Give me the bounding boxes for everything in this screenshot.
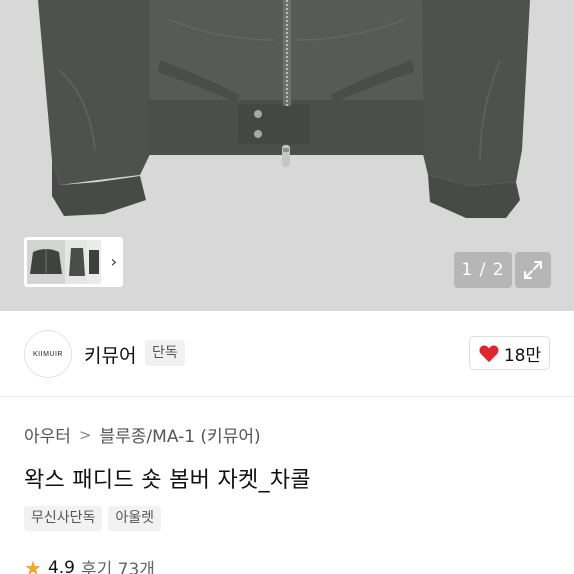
star-icon: ★ bbox=[24, 555, 42, 574]
tag-musinsa-exclusive: 무신사단독 bbox=[24, 506, 103, 531]
product-title: 왁스 패디드 숏 봄버 자켓_차콜 bbox=[24, 468, 311, 493]
brand-row: KIIMUIR 키뮤어 단독 18만 bbox=[0, 311, 574, 397]
rating-score: 4.9 bbox=[47, 557, 75, 574]
brand-name[interactable]: 키뮤어 bbox=[84, 341, 136, 368]
exclusive-badge: 단독 bbox=[145, 340, 185, 366]
image-counter: 1 / 2 bbox=[454, 252, 512, 288]
tag-outlet: 아울렛 bbox=[108, 506, 162, 531]
chevron-right-icon: > bbox=[78, 425, 92, 444]
product-image-gallery[interactable]: › 1 / 2 bbox=[0, 0, 574, 311]
like-button[interactable]: 18만 bbox=[469, 336, 550, 370]
review-count[interactable]: 후기 73개 bbox=[81, 555, 155, 574]
thumbnail-strip[interactable]: › bbox=[24, 237, 123, 287]
breadcrumb-category[interactable]: 아우터 bbox=[24, 422, 71, 447]
breadcrumb-subcategory[interactable]: 블루종/MA-1 (키뮤어) bbox=[100, 422, 261, 447]
rating-summary[interactable]: ★ 4.9 후기 73개 bbox=[24, 555, 155, 574]
expand-icon[interactable] bbox=[515, 252, 551, 288]
thumbnail-images[interactable] bbox=[27, 240, 101, 284]
breadcrumb: 아우터 > 블루종/MA-1 (키뮤어) bbox=[24, 422, 261, 448]
heart-icon bbox=[479, 345, 499, 363]
like-count: 18만 bbox=[503, 345, 542, 366]
chevron-right-icon[interactable]: › bbox=[111, 252, 117, 271]
product-tags: 무신사단독 아울렛 bbox=[24, 506, 162, 531]
brand-logo[interactable]: KIIMUIR bbox=[24, 330, 72, 378]
